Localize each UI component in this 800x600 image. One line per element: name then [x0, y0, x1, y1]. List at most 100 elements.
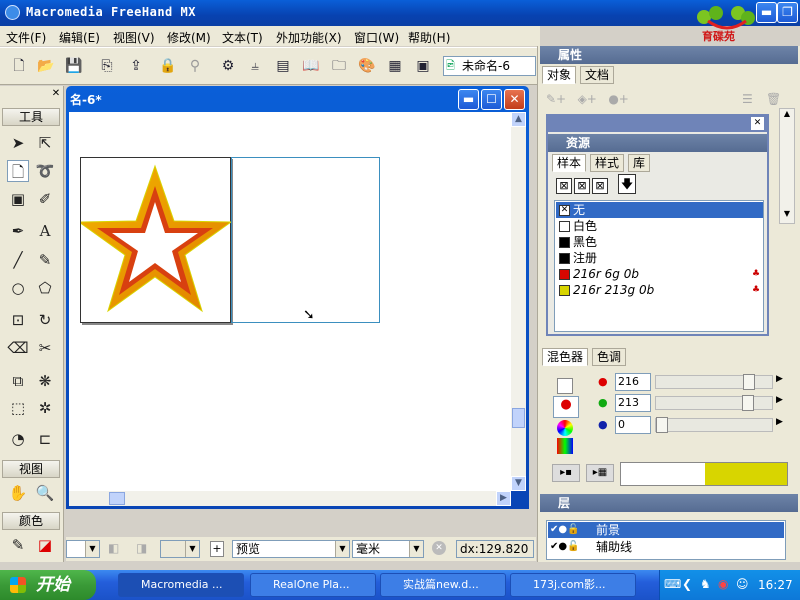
page-tool-icon[interactable]: 🗋	[7, 160, 29, 182]
tab-object[interactable]: 对象	[542, 66, 577, 84]
menu-file[interactable]: 文件(F)	[6, 29, 46, 46]
align-icon[interactable]: ⫨	[244, 55, 266, 77]
tab-document[interactable]: 文档	[580, 66, 615, 84]
grid-icon[interactable]: ▦	[384, 55, 406, 77]
knife-tool-icon[interactable]: ✂	[34, 337, 56, 359]
tab-styles[interactable]: 样式	[590, 154, 625, 172]
rgb-mode-icon[interactable]: ●	[553, 396, 579, 418]
add-fill-icon[interactable]: ◈+	[578, 92, 597, 106]
doc-minimize-button[interactable]: ▬	[458, 89, 479, 110]
layer-visible-icon[interactable]: ✔●🔓	[550, 539, 580, 555]
add-page-icon[interactable]: +	[210, 541, 224, 557]
star-graphic[interactable]	[77, 158, 233, 324]
prev-page-icon[interactable]: ◨	[136, 541, 147, 555]
green-slider[interactable]	[655, 395, 773, 411]
add-to-swatches-icon[interactable]: ▸▪	[552, 464, 580, 482]
connector-tool-icon[interactable]: ⊏	[34, 428, 56, 450]
link-tool-icon[interactable]: ◔	[7, 428, 29, 450]
hand-tool-icon[interactable]: ✋	[7, 482, 29, 504]
minimize-button[interactable]: ▬	[756, 2, 777, 23]
green-slider-thumb[interactable]	[742, 395, 754, 411]
media-icon[interactable]: ◉	[718, 577, 728, 591]
text-tool-icon[interactable]: A	[34, 220, 56, 242]
display-mode-select[interactable]: 预览 ▼	[232, 540, 350, 558]
eraser-tool-icon[interactable]: ⌫	[7, 337, 29, 359]
swatch-item-registration[interactable]: 注册	[556, 250, 763, 266]
transform-icon[interactable]: ⚙	[217, 55, 239, 77]
zoom-tool-icon[interactable]: 🔍	[34, 482, 56, 504]
menu-xtras[interactable]: 外加功能(X)	[276, 29, 342, 46]
pointer-tool-icon[interactable]: ➤	[7, 132, 29, 154]
text-editor-icon[interactable]: ▤	[272, 55, 294, 77]
swatch-item-none[interactable]: ✕ 无	[556, 202, 763, 218]
menu-text[interactable]: 文本(T)	[222, 29, 263, 46]
scroll-down-arrow-icon[interactable]: ▼	[511, 476, 526, 491]
task-freehand[interactable]: Macromedia ...	[118, 573, 244, 597]
no-fill-icon[interactable]: ⊠	[556, 178, 572, 194]
color-palette-icon[interactable]: 🎨	[356, 55, 378, 77]
cmyk-mode-icon[interactable]	[557, 378, 573, 394]
red-increment-icon[interactable]: ▶	[776, 374, 783, 384]
blue-value-field[interactable]: 0	[615, 416, 651, 434]
horizontal-scrollbar[interactable]: ▶	[69, 491, 511, 506]
pen-tool-icon[interactable]: ✒	[7, 220, 29, 242]
tab-library[interactable]: 库	[628, 154, 651, 172]
tab-swatches[interactable]: 样本	[552, 154, 587, 172]
lasso-tool-icon[interactable]: ➰	[34, 160, 56, 182]
horizontal-scroll-thumb[interactable]	[109, 492, 125, 505]
first-page-icon[interactable]: ◧	[108, 541, 119, 555]
book-icon[interactable]: 📖	[300, 55, 322, 77]
scroll-up-arrow-icon[interactable]: ▲	[780, 109, 794, 123]
drawing-canvas[interactable]: ➘	[69, 112, 511, 491]
swatch-item-red[interactable]: 216r 6g 0b ♣	[556, 266, 763, 282]
tray-expand-icon[interactable]: ❮	[682, 577, 692, 591]
menu-help[interactable]: 帮助(H)	[408, 29, 450, 46]
keyboard-icon[interactable]: ⌨	[664, 577, 681, 591]
add-effect-icon[interactable]: ●+	[608, 92, 629, 106]
blue-increment-icon[interactable]: ▶	[776, 417, 783, 427]
page-1[interactable]	[77, 157, 233, 324]
layers-icon[interactable]: ▣	[412, 55, 434, 77]
open-folder-icon[interactable]: 📂	[35, 55, 57, 77]
tab-tints[interactable]: 色调	[592, 348, 627, 366]
blue-slider-thumb[interactable]	[656, 417, 668, 433]
page-2[interactable]	[231, 157, 380, 323]
trash-icon[interactable]: 🗑	[766, 92, 781, 106]
magnification-select[interactable]: ▼	[66, 540, 100, 558]
vertical-scroll-thumb[interactable]	[512, 408, 525, 428]
scroll-up-arrow-icon[interactable]: ▲	[511, 112, 526, 127]
document-select[interactable]: 🖻 未命名-6	[443, 56, 536, 76]
stroke-color-icon[interactable]: ✎	[7, 534, 29, 556]
layer-row-foreground[interactable]: ✔●🔓 前景	[548, 522, 784, 538]
blend-tool-icon[interactable]: ⧉	[7, 370, 29, 392]
green-value-field[interactable]: 213	[615, 394, 651, 412]
assets-close-icon[interactable]: ✕	[751, 117, 764, 130]
start-button[interactable]: 开始	[0, 570, 96, 600]
list-icon[interactable]: ☰	[742, 92, 753, 106]
export-icon[interactable]: ⇪	[125, 55, 147, 77]
unlock-icon[interactable]: ⚲	[184, 55, 206, 77]
volume-icon[interactable]: ☺	[736, 577, 749, 591]
tools-close-icon[interactable]: ✕	[50, 88, 62, 100]
system-color-icon[interactable]	[557, 438, 573, 454]
red-value-field[interactable]: 216	[615, 373, 651, 391]
eyedropper-tool-icon[interactable]: ✐	[34, 188, 56, 210]
task-document[interactable]: 实战篇new.d...	[380, 573, 506, 597]
rotate-tool-icon[interactable]: ↻	[34, 309, 56, 331]
save-icon[interactable]: 💾	[63, 55, 85, 77]
task-browser[interactable]: 173j.com影...	[510, 573, 636, 597]
trace-tool-icon[interactable]: ▣	[7, 188, 29, 210]
new-document-icon[interactable]: 🗋	[8, 55, 30, 77]
swatch-item-black[interactable]: 黑色	[556, 234, 763, 250]
menu-edit[interactable]: 编辑(E)	[59, 29, 100, 46]
fill-color-icon[interactable]: ◪	[34, 534, 56, 556]
swatch-grid-icon[interactable]: ▸▦	[586, 464, 614, 482]
menu-modify[interactable]: 修改(M)	[167, 29, 211, 46]
swatch-item-white[interactable]: 白色	[556, 218, 763, 234]
line-tool-icon[interactable]: ╱	[7, 249, 29, 271]
pencil-tool-icon[interactable]: ✎	[34, 249, 56, 271]
layer-visible-icon[interactable]: ✔●🔓	[550, 522, 580, 538]
restore-button[interactable]: ❐	[777, 2, 798, 23]
import-icon[interactable]: ⎘	[96, 55, 118, 77]
graphic-hose-icon[interactable]: ❋	[34, 370, 56, 392]
